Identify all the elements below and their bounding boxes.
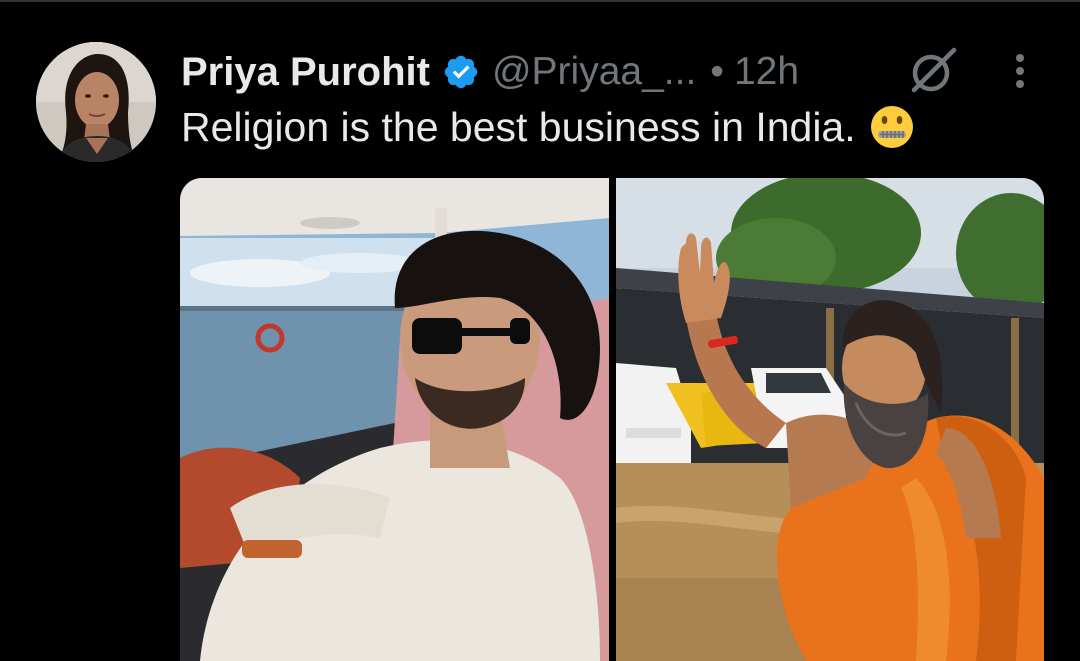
author-handle[interactable]: @Priyaa_... bbox=[492, 50, 696, 94]
author-name[interactable]: Priya Purohit bbox=[181, 50, 430, 95]
media-grid bbox=[180, 178, 1044, 661]
media-photo-1[interactable] bbox=[180, 178, 609, 661]
photo-man-with-cars bbox=[616, 178, 1044, 661]
timestamp[interactable]: 12h bbox=[734, 50, 799, 94]
more-options-icon[interactable] bbox=[1002, 46, 1038, 96]
zipper-mouth-face-icon bbox=[868, 103, 916, 151]
tweet-text-content: Religion is the best business in India. bbox=[181, 103, 856, 150]
grok-icon[interactable] bbox=[906, 46, 960, 96]
separator-dot: • bbox=[710, 50, 724, 93]
tweet-text: Religion is the best business in India. bbox=[181, 103, 916, 151]
avatar-image bbox=[36, 42, 156, 162]
tweet-header: Priya Purohit @Priyaa_... • 12h bbox=[181, 44, 799, 100]
avatar[interactable] bbox=[36, 42, 156, 162]
tweet[interactable]: Priya Purohit @Priyaa_... • 12h Religion… bbox=[0, 2, 1080, 661]
verified-badge-icon bbox=[442, 53, 480, 91]
photo-man-on-boat bbox=[180, 178, 609, 661]
media-photo-2[interactable] bbox=[616, 178, 1044, 661]
